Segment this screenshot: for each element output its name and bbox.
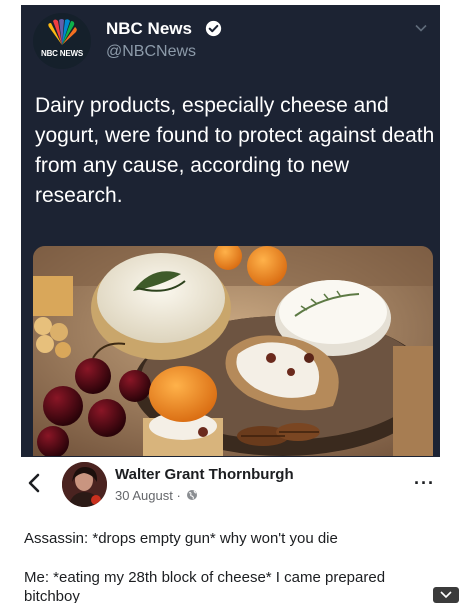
comment-date[interactable]: 30 August ·	[115, 488, 181, 503]
cheese-board-image	[33, 246, 433, 456]
chevron-down-icon[interactable]	[414, 21, 428, 35]
tweet-card[interactable]: NBC NEWS NBC News @NBCNews Dairy product…	[21, 5, 440, 457]
facebook-comment: Walter Grant Thornburgh 30 August · ··· …	[0, 457, 460, 603]
comment-line-1: Assassin: *drops empty gun* why won't yo…	[24, 530, 338, 547]
logo-text: NBC NEWS	[41, 49, 83, 58]
avatar-image	[62, 462, 107, 507]
tweet-header: NBC NEWS NBC News @NBCNews	[33, 13, 428, 73]
chevron-down-icon	[440, 591, 452, 599]
avatar[interactable]	[62, 462, 107, 507]
more-options-icon[interactable]: ···	[414, 473, 435, 494]
collapse-button[interactable]	[433, 587, 459, 603]
tweet-text: Dairy products, especially cheese and yo…	[35, 94, 435, 207]
back-arrow-icon[interactable]	[26, 472, 42, 494]
nbc-logo[interactable]: NBC NEWS	[33, 13, 91, 69]
verified-badge-icon	[205, 20, 222, 37]
account-handle[interactable]: @NBCNews	[106, 43, 196, 61]
comment-line-2: Me: *eating my 28th block of cheese* I c…	[24, 569, 386, 603]
globe-icon	[187, 490, 198, 500]
peacock-icon	[48, 19, 77, 45]
commenter-name[interactable]: Walter Grant Thornburgh	[115, 466, 294, 483]
tweet-photo[interactable]	[33, 246, 433, 456]
comment-meta: 30 August ·	[115, 488, 198, 503]
account-name[interactable]: NBC News	[106, 19, 192, 39]
